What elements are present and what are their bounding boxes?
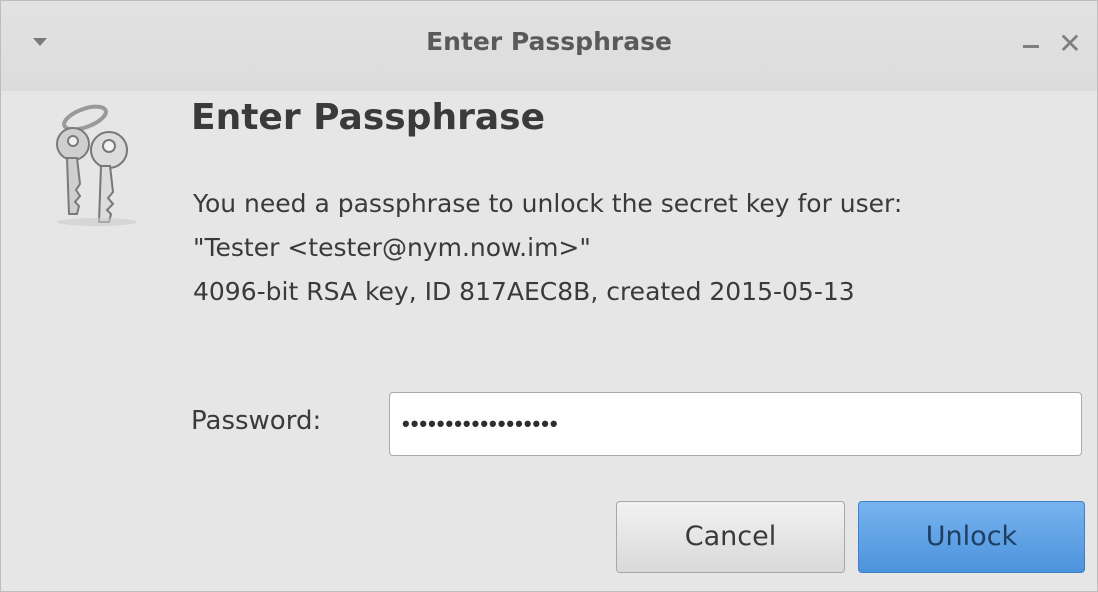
keys-icon: [56, 104, 137, 226]
message-line-user-prompt: You need a passphrase to unlock the secr…: [193, 189, 903, 218]
password-label: Password:: [191, 406, 322, 436]
window-title: Enter Passphrase: [426, 27, 672, 56]
title-bar: Enter Passphrase ✕: [1, 1, 1097, 91]
passphrase-dialog-window: Enter Passphrase ✕ Enter Passphrase You …: [0, 0, 1098, 592]
message-line-key-info: 4096-bit RSA key, ID 817AEC8B, created 2…: [193, 277, 855, 306]
dialog-heading: Enter Passphrase: [191, 97, 545, 138]
password-input[interactable]: [389, 392, 1082, 456]
close-button[interactable]: ✕: [1055, 27, 1085, 61]
message-line-user-id: "Tester <tester@nym.now.im>": [193, 233, 591, 262]
unlock-button[interactable]: Unlock: [858, 501, 1085, 573]
cancel-button[interactable]: Cancel: [616, 501, 845, 573]
minimize-button[interactable]: [1023, 45, 1039, 48]
